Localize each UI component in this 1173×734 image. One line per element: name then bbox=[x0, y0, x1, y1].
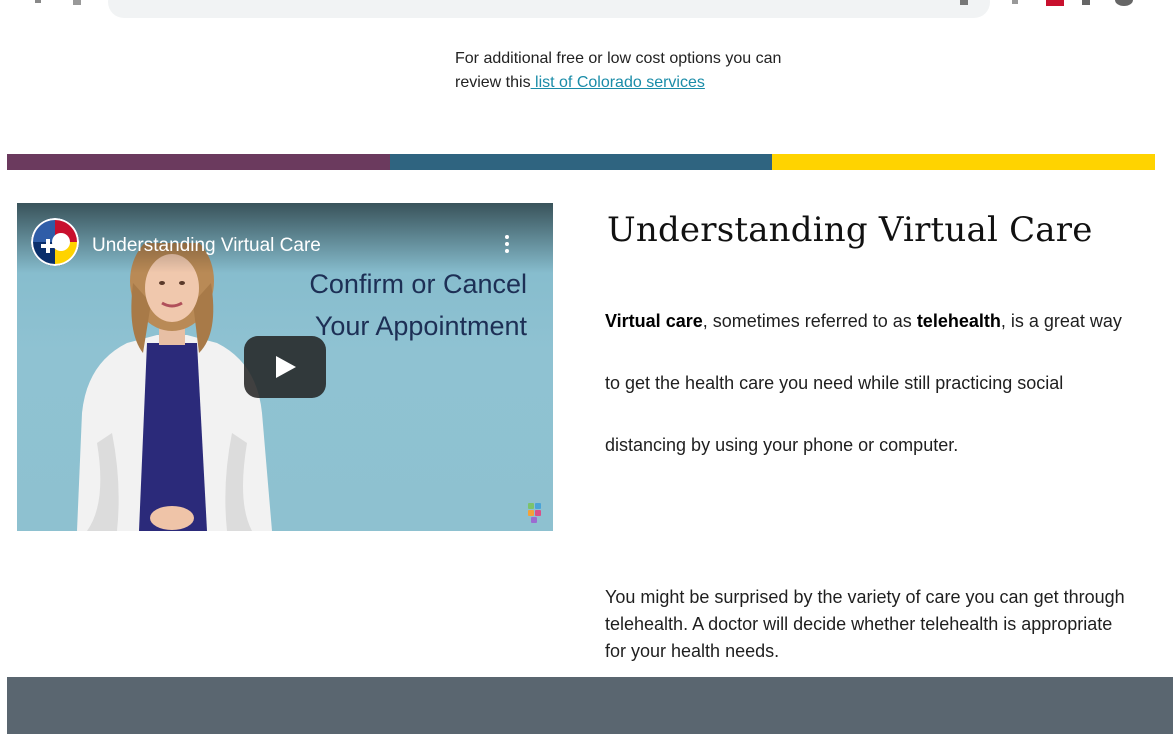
footer-bar bbox=[7, 677, 1173, 734]
intro-line-2: review this list of Colorado services bbox=[455, 71, 875, 95]
video-title[interactable]: Understanding Virtual Care bbox=[92, 235, 321, 257]
telehealth-variety-paragraph: You might be surprised by the variety of… bbox=[605, 587, 1125, 661]
corner-brand-icon bbox=[528, 503, 542, 523]
back-arrow-icon bbox=[35, 0, 41, 3]
play-icon bbox=[276, 356, 296, 378]
kebab-menu-icon[interactable] bbox=[501, 233, 513, 259]
nav-buttons[interactable] bbox=[35, 0, 95, 8]
band-segment-yellow bbox=[772, 154, 1156, 170]
telehealth-term: telehealth bbox=[916, 311, 1001, 331]
color-band bbox=[7, 154, 1156, 170]
video-player[interactable]: Understanding Virtual Care Confirm or Ca… bbox=[17, 203, 553, 531]
intro-line-2-prefix: review this bbox=[455, 74, 531, 91]
extension-icon bbox=[960, 0, 968, 5]
page-title: Understanding Virtual Care bbox=[607, 210, 1093, 250]
toolbar-icons[interactable] bbox=[960, 0, 1170, 8]
address-bar[interactable] bbox=[108, 0, 990, 18]
virtual-care-term: Virtual care bbox=[605, 311, 703, 331]
play-button[interactable] bbox=[244, 336, 326, 398]
virtual-care-intro-paragraph: Virtual care, sometimes referred to as t… bbox=[605, 290, 1125, 476]
overlay-line-1: Confirm or Cancel bbox=[309, 269, 527, 299]
intro-text: For additional free or low cost options … bbox=[455, 47, 875, 95]
star-icon bbox=[1012, 0, 1018, 4]
band-segment-purple bbox=[7, 154, 390, 170]
channel-logo-icon[interactable] bbox=[31, 218, 79, 266]
band-segment-blue bbox=[389, 154, 773, 170]
refresh-icon bbox=[73, 0, 81, 5]
para1-text-a: , sometimes referred to as bbox=[702, 311, 917, 331]
flag-extension-icon bbox=[1046, 0, 1064, 6]
puzzle-icon bbox=[1082, 0, 1090, 5]
profile-avatar-icon bbox=[1115, 0, 1133, 6]
para1-text-b: , is a great way to get the health care … bbox=[605, 311, 1122, 455]
intro-line-1: For additional free or low cost options … bbox=[455, 50, 782, 67]
browser-toolbar bbox=[0, 0, 1173, 22]
video-overlay-text: Confirm or Cancel Your Appointment bbox=[257, 263, 527, 347]
colorado-services-link[interactable]: list of Colorado services bbox=[531, 74, 705, 91]
